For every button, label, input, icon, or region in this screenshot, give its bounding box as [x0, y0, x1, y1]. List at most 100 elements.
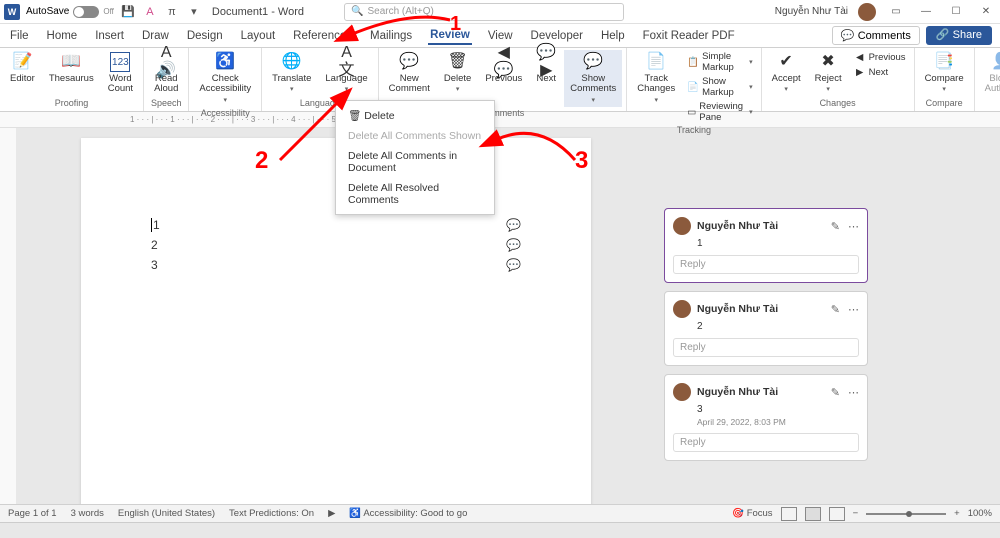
- tab-references[interactable]: References: [291, 28, 354, 44]
- focus-mode-button[interactable]: 🎯 Focus: [732, 508, 772, 519]
- comment-indicator-icon[interactable]: 💬: [506, 218, 521, 232]
- ribbon-options-icon[interactable]: ▭: [886, 2, 906, 22]
- save-icon[interactable]: 💾: [120, 4, 136, 20]
- comment-indicator-icon[interactable]: 💬: [506, 258, 521, 272]
- previous-comment-button[interactable]: ◀💬Previous: [479, 50, 528, 86]
- comment-indicator-icon[interactable]: 💬: [506, 238, 521, 252]
- prev-change-button[interactable]: ◀Previous: [850, 50, 910, 64]
- predictions-status[interactable]: Text Predictions: On: [229, 508, 314, 519]
- vertical-ruler[interactable]: [0, 128, 16, 523]
- maximize-icon[interactable]: ☐: [946, 2, 966, 22]
- reply-input[interactable]: Reply: [673, 433, 859, 452]
- reply-input[interactable]: Reply: [673, 255, 859, 274]
- print-layout-icon[interactable]: [805, 507, 821, 521]
- delete-resolved-item[interactable]: Delete All Resolved Comments: [336, 178, 494, 210]
- tab-mailings[interactable]: Mailings: [368, 28, 414, 44]
- tab-view[interactable]: View: [486, 28, 515, 44]
- reject-button[interactable]: ✖Reject▾: [809, 50, 848, 96]
- compare-button[interactable]: 📑Compare▾: [919, 50, 970, 96]
- comment-body: 3: [697, 404, 859, 415]
- readaloud-button[interactable]: A🔊Read Aloud: [148, 50, 184, 97]
- tab-design[interactable]: Design: [185, 28, 225, 44]
- edit-icon[interactable]: ✎: [831, 220, 840, 233]
- user-name[interactable]: Nguyễn Như Tài: [775, 6, 848, 17]
- wordcount-icon: 123: [110, 52, 130, 72]
- tab-file[interactable]: File: [8, 28, 31, 44]
- accept-icon: ✔: [776, 52, 796, 72]
- font-format-icon[interactable]: A: [142, 4, 158, 20]
- show-markup-button[interactable]: 📄Show Markup ▾: [683, 75, 756, 99]
- zoom-in-button[interactable]: +: [954, 508, 960, 519]
- wordcount-button[interactable]: 123Word Count: [102, 50, 139, 97]
- comment-card[interactable]: Nguyễn Như Tài✎⋯ 1 Reply: [664, 208, 868, 283]
- show-comments-icon: 💬: [583, 52, 603, 72]
- show-markup-icon: 📄: [687, 81, 699, 93]
- more-icon[interactable]: ⋯: [848, 220, 859, 233]
- tab-foxit[interactable]: Foxit Reader PDF: [641, 28, 737, 44]
- tab-home[interactable]: Home: [45, 28, 80, 44]
- more-icon[interactable]: ⋯: [848, 386, 859, 399]
- accessibility-button[interactable]: ♿Check Accessibility▾: [193, 50, 257, 107]
- toggle-off-icon[interactable]: [73, 6, 99, 18]
- read-mode-icon[interactable]: [781, 507, 797, 521]
- word-count-status[interactable]: 3 words: [71, 508, 104, 519]
- reviewing-pane-button[interactable]: ▭Reviewing Pane ▾: [683, 100, 756, 124]
- markup-selector[interactable]: 📋Simple Markup ▾: [683, 50, 756, 74]
- language-status[interactable]: English (United States): [118, 508, 215, 519]
- delete-comment-button[interactable]: 🗑Delete▾: [438, 50, 477, 96]
- delete-item[interactable]: 🗑 Delete: [336, 105, 494, 126]
- autosave-label: AutoSave: [26, 6, 69, 17]
- zoom-level[interactable]: 100%: [968, 508, 992, 519]
- edit-icon[interactable]: ✎: [831, 303, 840, 316]
- tab-insert[interactable]: Insert: [93, 28, 126, 44]
- thesaurus-button[interactable]: 📖Thesaurus: [43, 50, 100, 86]
- editor-button[interactable]: 📝Editor: [4, 50, 41, 86]
- autosave-toggle[interactable]: AutoSave Off: [26, 6, 114, 18]
- accept-button[interactable]: ✔Accept▾: [766, 50, 807, 96]
- show-comments-button[interactable]: 💬Show Comments▾: [564, 50, 622, 107]
- avatar: [673, 300, 691, 318]
- minimize-icon[interactable]: —: [916, 2, 936, 22]
- comments-button[interactable]: 💬 Comments: [832, 26, 920, 45]
- doc-line-2[interactable]: 2: [151, 238, 158, 252]
- tab-review[interactable]: Review: [428, 27, 472, 45]
- prev-change-icon: ◀: [854, 51, 866, 63]
- next-comment-button[interactable]: 💬▶Next: [530, 50, 562, 86]
- zoom-out-button[interactable]: −: [853, 508, 859, 519]
- comment-card[interactable]: Nguyễn Như Tài✎⋯ 2 Reply: [664, 291, 868, 366]
- doc-line-3[interactable]: 3: [151, 258, 158, 272]
- zoom-slider[interactable]: [866, 513, 946, 515]
- accessibility-status[interactable]: ♿ Accessibility: Good to go: [349, 508, 467, 519]
- delete-all-doc-item[interactable]: Delete All Comments in Document: [336, 146, 494, 178]
- tab-help[interactable]: Help: [599, 28, 627, 44]
- qat-dropdown-icon[interactable]: ▾: [186, 4, 202, 20]
- search-input[interactable]: 🔍 Search (Alt+Q): [344, 3, 624, 21]
- doc-line-1[interactable]: 1: [151, 218, 160, 232]
- more-icon[interactable]: ⋯: [848, 303, 859, 316]
- delete-shown-item: Delete All Comments Shown: [336, 126, 494, 146]
- block-authors-button[interactable]: 👤Block Authors: [979, 50, 1000, 97]
- tab-developer[interactable]: Developer: [529, 28, 585, 44]
- main-area: 1💬 2💬 3💬 Nguyễn Như Tài✎⋯ 1 Reply Nguyễn…: [0, 128, 1000, 523]
- translate-icon: 🌐: [282, 52, 302, 72]
- edit-icon[interactable]: ✎: [831, 386, 840, 399]
- tab-layout[interactable]: Layout: [239, 28, 278, 44]
- web-layout-icon[interactable]: [829, 507, 845, 521]
- reply-input[interactable]: Reply: [673, 338, 859, 357]
- next-change-button[interactable]: ▶Next: [850, 65, 910, 79]
- new-comment-icon: 💬: [399, 52, 419, 72]
- comment-card[interactable]: Nguyễn Như Tài✎⋯ 3 April 29, 2022, 8:03 …: [664, 374, 868, 461]
- close-icon[interactable]: ✕: [976, 2, 996, 22]
- tab-draw[interactable]: Draw: [140, 28, 171, 44]
- page-status[interactable]: Page 1 of 1: [8, 508, 57, 519]
- thesaurus-icon: 📖: [61, 52, 81, 72]
- reject-icon: ✖: [818, 52, 838, 72]
- share-button[interactable]: 🔗 Share: [926, 26, 992, 45]
- language-button[interactable]: A文Language▾: [319, 50, 373, 96]
- track-changes-button[interactable]: 📄Track Changes▾: [631, 50, 681, 107]
- avatar[interactable]: [858, 3, 876, 21]
- translate-button[interactable]: 🌐Translate▾: [266, 50, 317, 96]
- new-comment-button[interactable]: 💬New Comment: [383, 50, 436, 97]
- macro-icon[interactable]: ▶: [328, 508, 335, 519]
- equation-icon[interactable]: π: [164, 4, 180, 20]
